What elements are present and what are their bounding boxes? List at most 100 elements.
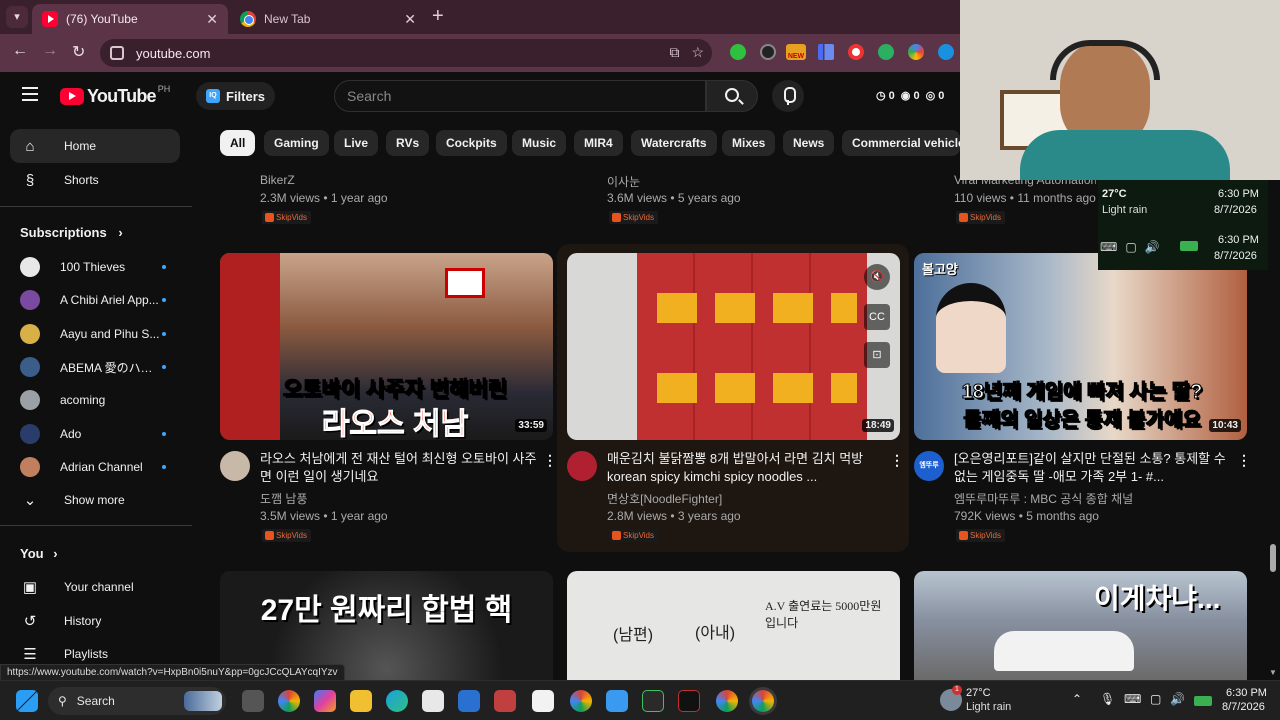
battery-icon[interactable] [1194,696,1212,706]
more-options-icon[interactable]: ⋮ [1237,453,1251,467]
keyboard-icon[interactable]: ⌨ [1124,692,1141,706]
network-icon[interactable]: ▢ [1150,692,1161,706]
subscriptions-heading[interactable]: Subscriptions › [20,225,123,240]
search-button[interactable] [706,80,758,112]
video-thumbnail[interactable]: (남편) (아내) A.V 출연료는 5000만원 입니다 [567,571,900,680]
sidebar-item-your-channel[interactable]: ▣ Your channel [10,570,180,604]
sidebar-subscription[interactable]: Ado [10,417,180,451]
menu-icon[interactable] [22,87,38,101]
chrome-app-icon[interactable] [278,690,300,712]
image-search-icon[interactable]: ⊡ [864,342,890,368]
sidebar-item-shorts[interactable]: § Shorts [10,163,180,197]
search-input[interactable]: Search [334,80,706,112]
extension-colorwheel-icon[interactable] [908,44,924,60]
video-title[interactable]: [오은영리포트]같이 살지만 단절된 소통? 통제할 수 없는 게임중독 딸 -… [954,450,1226,486]
tab-search-button[interactable]: ▾ [6,6,28,28]
chip-mir4[interactable]: MIR4 [574,130,623,156]
game-app-icon[interactable] [678,690,700,712]
close-tab-icon[interactable]: ✕ [404,11,416,28]
new-tab-button[interactable]: + [432,5,444,28]
sidebar-subscription[interactable]: ABEMA 愛のハイ... [10,350,180,384]
chrome-app-icon[interactable] [716,690,738,712]
video-channel[interactable]: 도깸 남풍 [260,490,308,507]
video-channel[interactable]: 면상호[NoodleFighter] [607,490,722,507]
extension-leaf-icon[interactable] [878,44,894,60]
notepad-icon[interactable] [606,690,628,712]
chip-mixes[interactable]: Mixes [722,130,776,156]
sidebar-item-home[interactable]: ⌂ Home [10,129,180,163]
taskbar-time[interactable]: 6:30 PM [1226,687,1267,699]
extension-circle-icon[interactable] [760,44,776,60]
skipvids-badge[interactable]: SkipVids [262,529,311,542]
close-tab-icon[interactable]: ✕ [206,11,218,28]
skipvids-badge[interactable]: SkipVids [956,529,1005,542]
more-options-icon[interactable]: ⋮ [543,453,557,467]
capcut-icon[interactable] [532,690,554,712]
mute-icon[interactable]: 🔇 [864,264,890,290]
sidebar-subscription[interactable]: Aayu and Pihu S... [10,317,180,351]
sidebar-subscription[interactable]: 100 Thieves [10,250,180,284]
copilot-icon[interactable] [314,690,336,712]
taskbar-condition[interactable]: Light rain [966,701,1011,713]
chip-live[interactable]: Live [334,130,379,156]
windows-start-icon[interactable] [16,690,38,712]
video-channel[interactable]: 엠뚜루마뚜루 : MBC 공식 종합 채널 [954,490,1133,507]
edge-icon[interactable] [386,690,408,712]
show-more-button[interactable]: ⌄ Show more [10,483,180,517]
sidebar-subscription[interactable]: acoming [10,383,180,417]
skipvids-badge[interactable]: SkipVids [956,211,1005,224]
youtube-logo[interactable]: YouTube PH [60,84,170,107]
site-info-icon[interactable] [110,46,124,60]
bookmark-star-icon[interactable]: ☆ [691,44,704,61]
app-icon[interactable] [494,690,516,712]
address-bar[interactable]: youtube.com ⧉ ☆ [100,39,712,67]
volume-icon[interactable]: 🔊 [1170,692,1185,706]
scrollbar-thumb[interactable] [1270,544,1276,572]
chrome-app-icon[interactable] [570,690,592,712]
video-title[interactable]: 매운김치 불닭짬뽕 8개 밥말아서 라면 김치 먹방 korean spicy … [607,450,889,486]
taskbar-temp[interactable]: 27°C [966,687,991,699]
task-view-icon[interactable] [242,690,264,712]
skipvids-badge[interactable]: SkipVids [609,529,658,542]
chip-rvs[interactable]: RVs [386,130,430,156]
file-explorer-icon[interactable] [350,690,372,712]
back-icon[interactable]: ← [12,42,28,60]
extension-chart-icon[interactable] [818,44,834,60]
skipvids-badge[interactable]: SkipVids [262,211,311,224]
voice-search-button[interactable] [772,80,804,112]
page-scrollbar[interactable] [1268,180,1280,680]
you-heading[interactable]: You › [20,546,58,561]
taskbar-date[interactable]: 8/7/2026 [1222,701,1265,713]
chip-music[interactable]: Music [512,130,567,156]
sidebar-item-history[interactable]: ↺ History [10,604,180,638]
tab-new-tab[interactable]: New Tab ✕ [230,4,426,34]
video-thumbnail[interactable]: 오토바이 사주자 변해버린 라오스 처남 33:59 [220,253,553,440]
extension-blue-icon[interactable] [938,44,954,60]
video-channel[interactable]: 이사눈 [607,173,640,190]
reload-icon[interactable]: ↻ [72,42,85,62]
extension-record-icon[interactable] [848,44,864,60]
sidebar-subscription[interactable]: A Chibi Ariel App... [10,283,180,317]
extension-new-icon[interactable]: NEW [786,44,806,60]
skipvids-badge[interactable]: SkipVids [609,211,658,224]
more-options-icon[interactable]: ⋮ [890,453,904,467]
captions-icon[interactable]: CC [864,304,890,330]
channel-avatar[interactable]: 엠뚜루 [914,451,944,481]
install-app-icon[interactable]: ⧉ [669,44,679,61]
scroll-down-arrow-icon[interactable]: ▼ [1269,668,1277,677]
chevron-up-icon[interactable]: ⌃ [1072,692,1082,706]
taskbar-search[interactable]: ⚲ Search [48,687,226,715]
filters-button[interactable]: IQ Filters [196,82,276,110]
outlook-icon[interactable] [458,690,480,712]
chip-news[interactable]: News [783,130,835,156]
chip-commercial-vehicles[interactable]: Commercial vehicles [842,130,960,156]
forward-icon[interactable]: → [42,42,58,60]
channel-avatar[interactable] [567,451,597,481]
video-thumbnail[interactable]: 볼고양 18년째 게임에 빠져 사는 딸? 둘째의 일상은 통제 불가예요 10… [914,253,1247,440]
tab-youtube[interactable]: (76) YouTube ✕ [32,4,228,34]
chip-all[interactable]: All [220,130,256,156]
sidebar-subscription[interactable]: Adrian Channel [10,450,180,484]
chip-cockpits[interactable]: Cockpits [436,130,507,156]
microphone-icon[interactable]: 🎙 [1100,692,1115,706]
nvidia-icon[interactable] [642,690,664,712]
